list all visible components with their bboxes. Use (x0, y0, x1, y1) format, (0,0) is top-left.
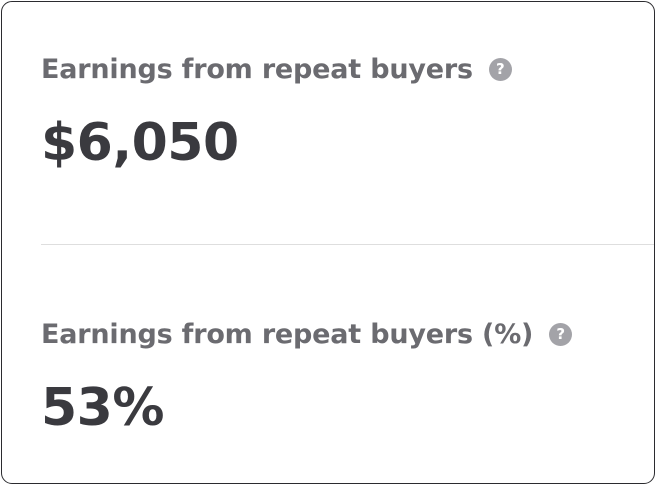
stat-value: 53% (41, 378, 164, 438)
help-glyph: ? (556, 324, 566, 343)
question-circle-icon[interactable]: ? (549, 322, 573, 346)
divider (41, 244, 654, 245)
stat-label-row: Earnings from repeat buyers ? (41, 51, 654, 87)
stat-value: $6,050 (41, 113, 239, 173)
help-glyph: ? (496, 59, 505, 78)
stats-card: Earnings from repeat buyers ? $6,050 Ear… (1, 1, 655, 484)
question-circle-icon[interactable]: ? (488, 57, 512, 81)
stat-label-row: Earnings from repeat buyers (%) ? (41, 316, 654, 352)
stat-label: Earnings from repeat buyers (%) (41, 318, 534, 350)
stat-repeat-earnings-percent: Earnings from repeat buyers (%) ? 53% (41, 316, 654, 434)
stat-repeat-earnings: Earnings from repeat buyers ? $6,050 (41, 51, 654, 169)
stat-label: Earnings from repeat buyers (41, 53, 473, 85)
